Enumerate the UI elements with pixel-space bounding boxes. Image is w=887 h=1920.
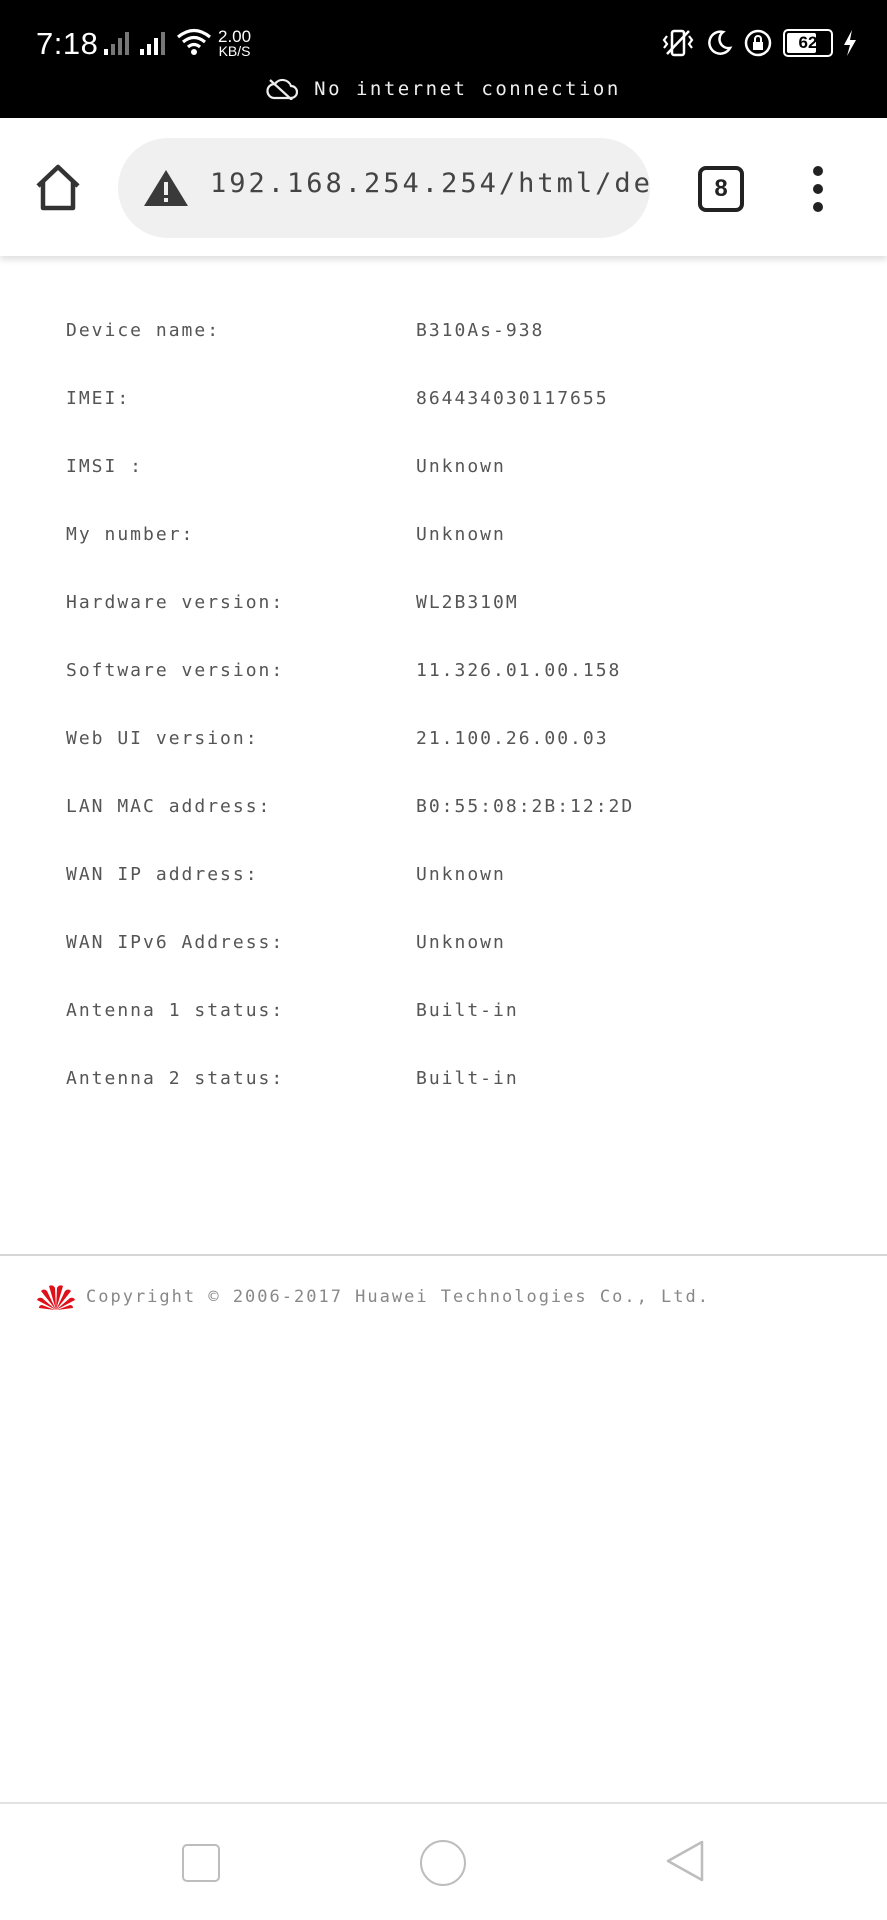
status-right-icons: 62 <box>661 28 857 58</box>
status-left-icons <box>104 28 212 56</box>
warning-icon[interactable] <box>142 168 190 208</box>
footer: Copyright © 2006-2017 Huawei Technologie… <box>36 1282 710 1312</box>
info-value: 21.100.26.00.03 <box>416 728 609 749</box>
home-icon <box>36 164 80 211</box>
recent-apps-button[interactable] <box>182 1844 220 1882</box>
info-value: Unknown <box>416 932 506 953</box>
info-label: Hardware version: <box>66 592 285 613</box>
info-row: LAN MAC address: B0:55:08:2B:12:2D <box>0 796 887 836</box>
info-row: Antenna 1 status: Built-in <box>0 1000 887 1040</box>
cloud-off-icon <box>266 78 299 100</box>
connection-banner: No internet connection <box>0 78 887 105</box>
info-value: 11.326.01.00.158 <box>416 660 622 681</box>
status-time: 7:18 <box>36 26 99 61</box>
info-value: Built-in <box>416 1000 519 1021</box>
moon-icon <box>708 30 733 55</box>
info-label: My number: <box>66 524 195 545</box>
info-label: IMSI : <box>66 456 144 477</box>
info-value: Unknown <box>416 524 506 545</box>
info-value: 864434030117655 <box>416 388 609 409</box>
info-value: B310As-938 <box>416 320 545 341</box>
info-row: IMSI : Unknown <box>0 456 887 496</box>
battery-level: 62 <box>798 33 818 52</box>
signal-icon <box>140 32 165 55</box>
info-value: Unknown <box>416 456 506 477</box>
info-value: WL2B310M <box>416 592 519 613</box>
tab-switcher-button[interactable]: 8 <box>698 166 744 212</box>
back-icon[interactable] <box>664 1838 706 1884</box>
info-row: WAN IP address: Unknown <box>0 864 887 904</box>
info-row: IMEI: 864434030117655 <box>0 388 887 428</box>
copyright-text: Copyright © 2006-2017 Huawei Technologie… <box>86 1287 710 1307</box>
charging-icon <box>844 30 856 56</box>
address-bar[interactable]: 192.168.254.254/html/dev <box>118 138 650 238</box>
info-label: Antenna 2 status: <box>66 1068 285 1089</box>
info-label: LAN MAC address: <box>66 796 272 817</box>
lock-rotation-icon <box>744 29 772 57</box>
info-row: Hardware version: WL2B310M <box>0 592 887 632</box>
info-row: Web UI version: 21.100.26.00.03 <box>0 728 887 768</box>
info-label: Device name: <box>66 320 221 341</box>
info-value: B0:55:08:2B:12:2D <box>416 796 635 817</box>
net-speed: 2.00 KB/S <box>218 27 252 59</box>
connection-banner-text: No internet connection <box>314 78 621 100</box>
info-row: My number: Unknown <box>0 524 887 564</box>
info-label: Software version: <box>66 660 285 681</box>
info-label: IMEI: <box>66 388 131 409</box>
info-label: Antenna 1 status: <box>66 1000 285 1021</box>
url-text[interactable]: 192.168.254.254/html/dev <box>210 168 650 199</box>
footer-divider <box>0 1254 887 1256</box>
info-row: Antenna 2 status: Built-in <box>0 1068 887 1108</box>
info-value: Built-in <box>416 1068 519 1089</box>
more-vert-icon[interactable] <box>804 166 832 212</box>
home-nav-button[interactable] <box>420 1840 466 1886</box>
info-value: Unknown <box>416 864 506 885</box>
system-nav-bar <box>0 1804 887 1920</box>
battery-icon: 62 <box>783 29 833 57</box>
info-label: Web UI version: <box>66 728 259 749</box>
info-row: Software version: 11.326.01.00.158 <box>0 660 887 700</box>
vibrate-icon <box>662 29 694 57</box>
signal-icon <box>104 32 129 55</box>
huawei-logo-icon <box>37 1285 75 1310</box>
net-speed-value: 2.00 <box>218 27 252 46</box>
info-label: WAN IP address: <box>66 864 259 885</box>
net-speed-unit: KB/S <box>218 43 251 59</box>
info-label: WAN IPv6 Address: <box>66 932 285 953</box>
status-bar: 7:18 2.00 KB/S 62 No internet connection <box>0 0 887 118</box>
wifi-icon <box>176 28 212 55</box>
info-row: Device name: B310As-938 <box>0 320 887 360</box>
home-button[interactable] <box>32 162 84 214</box>
browser-toolbar: 192.168.254.254/html/dev 8 <box>0 118 887 256</box>
info-row: WAN IPv6 Address: Unknown <box>0 932 887 972</box>
